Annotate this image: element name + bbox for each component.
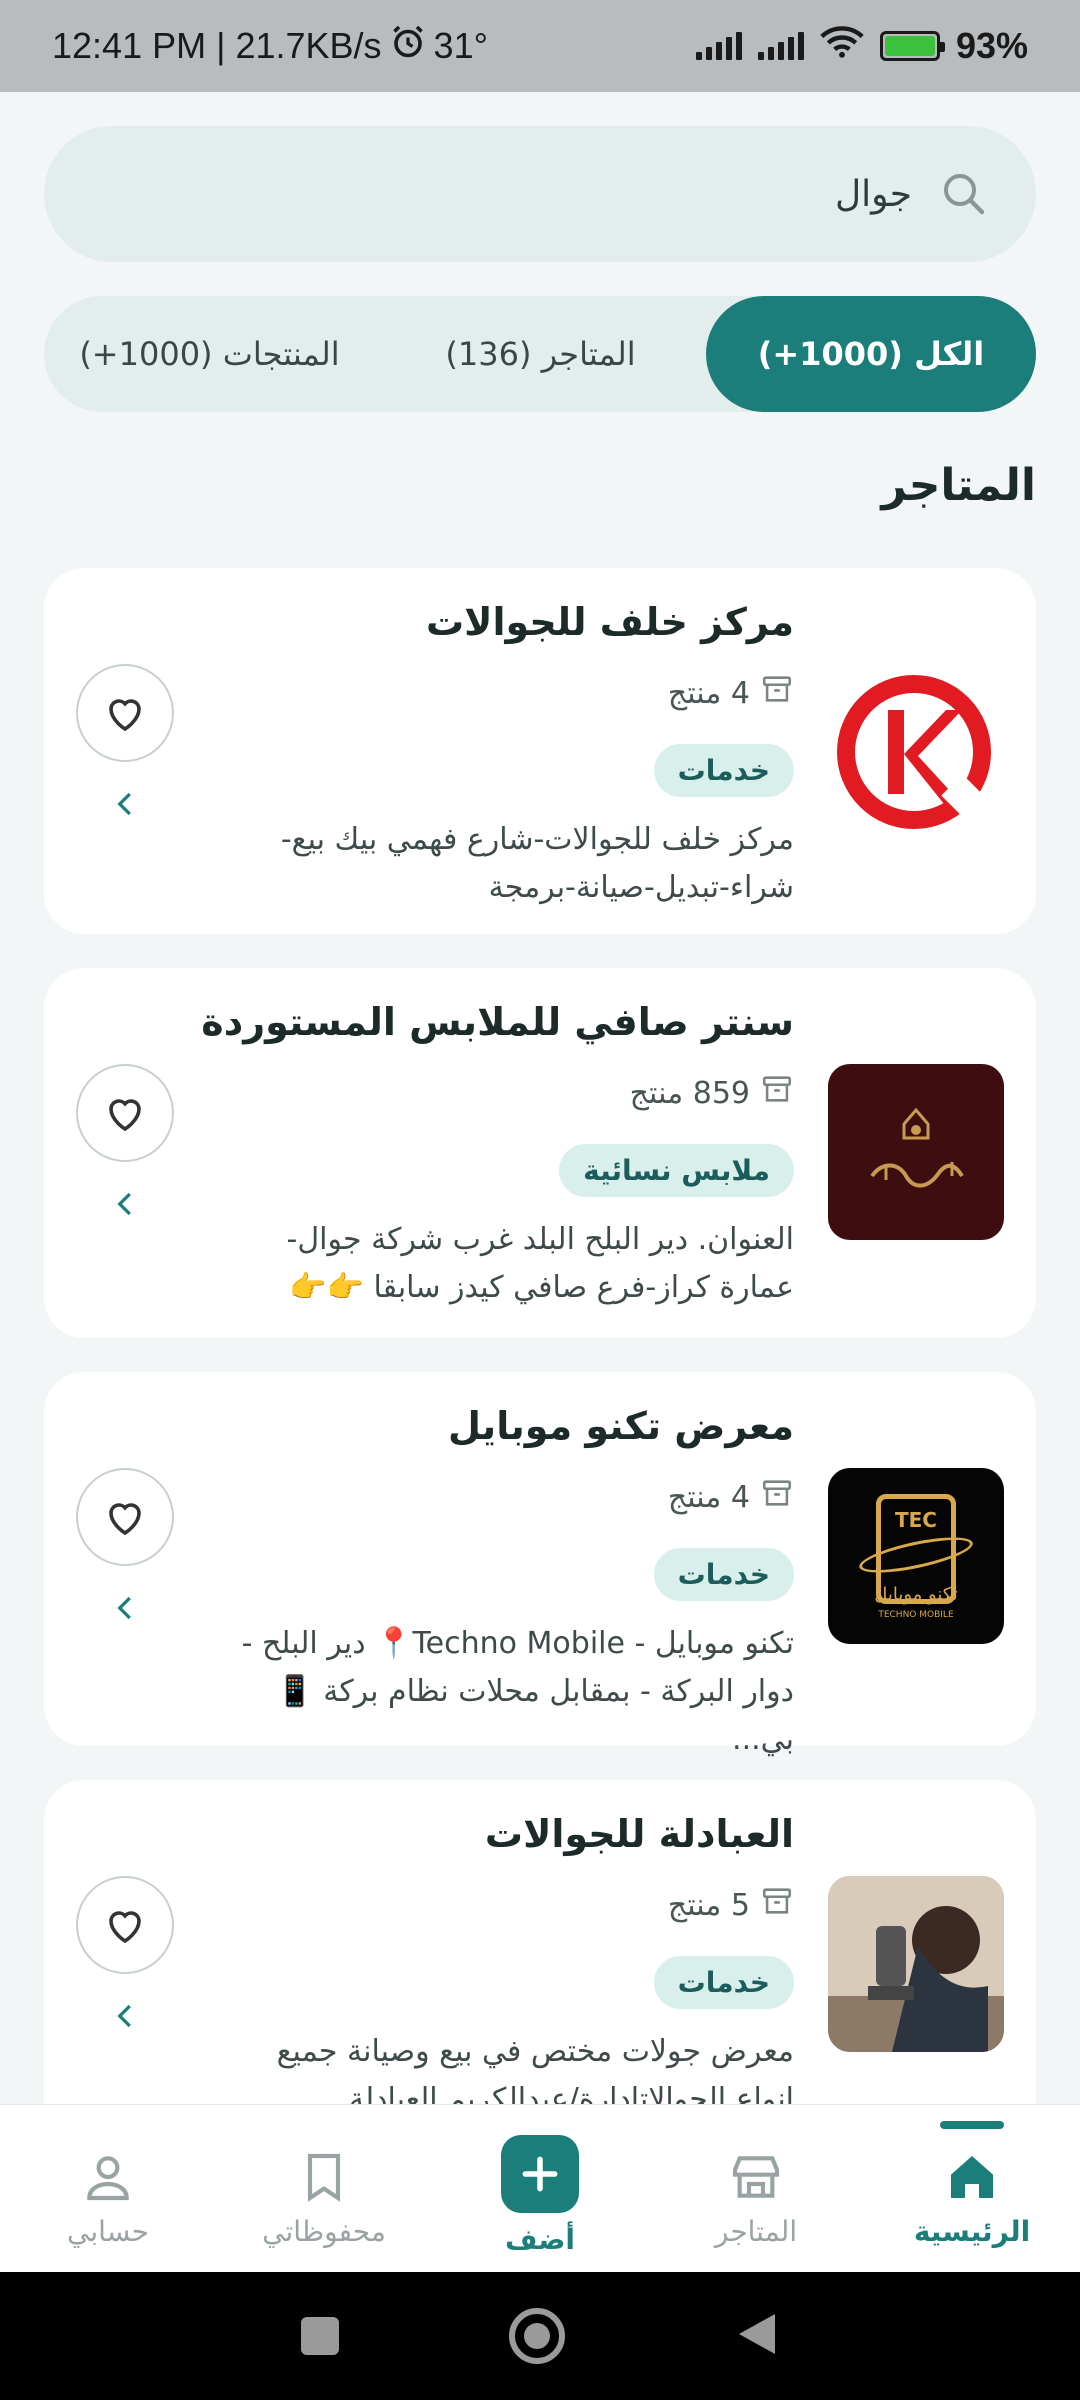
status-temperature: 31° (433, 25, 488, 66)
heart-icon (109, 1503, 141, 1536)
nav-home-label: الرئيسية (913, 2215, 1031, 2248)
category-badge: خدمات (653, 744, 794, 797)
store-desc-line: العنوان. دير البلح البلد غرب شركة جوال- (286, 1222, 794, 1257)
store-logo (828, 1876, 1004, 2052)
store-desc-line: معرض جولات مختص في بيع وصيانة جميع (276, 2034, 794, 2069)
tab-products[interactable]: المنتجات (1000+) (44, 296, 375, 412)
signal-icon-2 (757, 32, 804, 60)
nav-stores[interactable]: المتاجر (648, 2105, 864, 2272)
heart-icon (109, 1099, 141, 1132)
store-card[interactable]: سنتر صافي للملابس المستوردة 859 منتج ملا… (44, 968, 1036, 1338)
archive-icon (760, 672, 794, 714)
bookmark-icon (307, 2153, 341, 2202)
store-name: سنتر صافي للملابس المستوردة (201, 1000, 794, 1044)
store-count-text: 4 منتج (667, 675, 750, 711)
favorite-button[interactable] (76, 1064, 174, 1162)
battery-icon (879, 31, 945, 61)
status-bar: 12:41 PM | 21.7KB/s 31° 93% (0, 0, 1080, 92)
store-description: تكنو موبايل - Techno Mobile📍 دير البلح -… (234, 1620, 794, 1764)
favorite-button[interactable] (76, 1876, 174, 1974)
nav-account-label: حسابي (67, 2215, 149, 2248)
search-value: جوال (834, 173, 912, 215)
plus-icon (522, 2156, 558, 2192)
tab-stores[interactable]: المتاجر (136) (375, 296, 706, 412)
nav-home[interactable]: الرئيسية (864, 2105, 1080, 2272)
store-name: مركز خلف للجوالات (425, 600, 794, 644)
favorite-button[interactable] (76, 664, 174, 762)
system-nav-bar (0, 2272, 1080, 2400)
store-logo (828, 664, 1004, 840)
store-logo (828, 1064, 1004, 1240)
store-count: 859 منتج (630, 1072, 794, 1114)
add-button[interactable] (501, 2135, 579, 2213)
store-description: مركز خلف للجوالات-شارع فهمي بيك بيع- شرا… (234, 816, 794, 912)
alarm-icon (390, 24, 426, 69)
wifi-icon (820, 25, 864, 68)
home-button[interactable] (509, 2308, 565, 2364)
nav-saved[interactable]: محفوظاتي (216, 2105, 432, 2272)
archive-icon (760, 1884, 794, 1926)
nav-add-label: أضف (505, 2223, 575, 2256)
category-badge: خدمات (653, 1956, 794, 2009)
favorite-button[interactable] (76, 1468, 174, 1566)
store-card[interactable]: معرض تكنو موبايل 4 منتج خدمات تكنو موباي… (44, 1372, 1036, 1757)
bottom-nav: الرئيسية المتاجر أضف محفوظاتي حسابي (0, 2104, 1080, 2272)
store-count-text: 5 منتج (667, 1887, 750, 1923)
store-desc-line: تكنو موبايل - Techno Mobile📍 دير البلح - (241, 1626, 794, 1661)
store-logo: TEC تكنو موبايل TECHNO MOBILE (828, 1468, 1004, 1644)
signal-icon (695, 32, 742, 60)
store-name: العبادلة للجوالات (484, 1812, 794, 1856)
heart-icon (109, 1911, 141, 1944)
logo-english: TECHNO MOBILE (878, 1610, 954, 1620)
tab-all[interactable]: الكل (1000+) (706, 296, 1036, 412)
store-count: 5 منتج (668, 1884, 794, 1926)
store-count: 4 منتج (668, 672, 794, 714)
store-desc-line: شراء-تبديل-صيانة-برمجة (488, 870, 794, 905)
user-icon (87, 2156, 129, 2201)
nav-account[interactable]: حسابي (0, 2105, 216, 2272)
recents-button[interactable] (301, 2317, 339, 2355)
store-card[interactable]: العبادلة للجوالات 5 منتج خدمات معرض جولا… (44, 1780, 1036, 2140)
store-name: معرض تكنو موبايل (448, 1404, 794, 1448)
chevron-left-icon[interactable] (108, 1186, 144, 1222)
store-description: العنوان. دير البلح البلد غرب شركة جوال- … (234, 1216, 794, 1312)
logo-arabic: تكنو موبايل (874, 1584, 958, 1605)
store-count: 4 منتج (668, 1476, 794, 1518)
store-count-text: 4 منتج (667, 1479, 750, 1515)
chevron-left-icon[interactable] (108, 1998, 144, 2034)
logo-tec: TEC (895, 1508, 937, 1532)
nav-add[interactable]: أضف (432, 2105, 648, 2272)
section-title: المتاجر (881, 460, 1036, 511)
search-icon (940, 170, 988, 218)
status-time: 12:41 PM | 21.7KB/s (52, 25, 382, 66)
store-desc-line: عمارة كراز-فرع صافي كيدز سابقا 👉👉 (289, 1270, 794, 1305)
archive-icon (760, 1476, 794, 1518)
store-card[interactable]: مركز خلف للجوالات 4 منتج خدمات مركز خلف … (44, 568, 1036, 934)
result-tabs: المنتجات (1000+) المتاجر (136) الكل (100… (44, 296, 1036, 412)
category-badge: ملابس نسائية (559, 1144, 794, 1197)
status-right: 93% (695, 25, 1028, 68)
home-icon (951, 2156, 993, 2198)
nav-stores-label: المتاجر (714, 2215, 798, 2248)
search-input[interactable]: جوال (44, 126, 1036, 262)
chevron-left-icon[interactable] (108, 786, 144, 822)
heart-icon (109, 699, 141, 732)
nav-saved-label: محفوظاتي (262, 2215, 386, 2248)
back-button[interactable] (735, 2310, 779, 2362)
store-desc-line: مركز خلف للجوالات-شارع فهمي بيك بيع- (280, 822, 794, 857)
chevron-left-icon[interactable] (108, 1590, 144, 1626)
store-desc-line: دوار البركة - بمقابل محلات نظام بركة 📱 ب… (276, 1674, 794, 1757)
status-left: 12:41 PM | 21.7KB/s 31° (52, 24, 488, 69)
archive-icon (760, 1072, 794, 1114)
battery-level: 93% (955, 25, 1028, 66)
store-icon (732, 2156, 780, 2198)
category-badge: خدمات (653, 1548, 794, 1601)
store-count-text: 859 منتج (629, 1075, 750, 1111)
